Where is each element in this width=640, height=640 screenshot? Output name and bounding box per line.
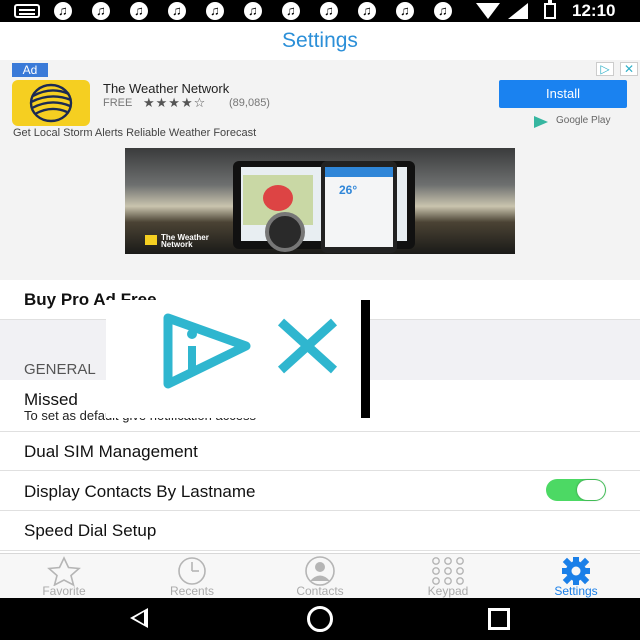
tab-label: Recents <box>169 584 215 598</box>
music-note-icon: ♫ <box>392 2 418 20</box>
tab-bar: Favorite Recents Contacts Keypad Setting… <box>0 553 640 598</box>
status-bar: ♫ ♫ ♫ ♫ ♫ ♫ ♫ ♫ ♫ ♫ ♫ 12:10 <box>0 0 640 22</box>
display-lastname-label: Display Contacts By Lastname <box>24 482 256 501</box>
toggle-knob <box>577 480 605 500</box>
rating-count: (89,085) <box>229 97 270 109</box>
back-icon[interactable] <box>130 608 148 628</box>
music-note-icon: ♫ <box>278 2 304 20</box>
cell-signal-icon <box>508 3 528 19</box>
music-note-icon: ♫ <box>316 2 342 20</box>
clock-icon <box>178 557 206 585</box>
home-icon[interactable] <box>307 606 333 632</box>
rating-stars: ★★★★☆ <box>143 95 207 110</box>
display-lastname-row[interactable]: Display Contacts By Lastname <box>0 471 640 511</box>
display-lastname-toggle[interactable] <box>546 479 606 501</box>
dual-sim-row[interactable]: Dual SIM Management <box>0 432 640 471</box>
music-note-icon: ♫ <box>354 2 380 20</box>
tab-settings[interactable]: Settings <box>512 554 640 599</box>
tab-contacts[interactable]: Contacts <box>256 554 384 599</box>
person-icon <box>305 556 335 586</box>
music-note-icon: ♫ <box>88 2 114 20</box>
tab-keypad[interactable]: Keypad <box>384 554 512 599</box>
battery-charging-icon <box>544 0 556 19</box>
navigation-bar <box>0 598 640 640</box>
title-bar: Settings <box>0 22 640 60</box>
ad-tagline: Get Local Storm Alerts Reliable Weather … <box>13 127 257 139</box>
ad-price: FREE <box>103 97 133 109</box>
tab-label: Contacts <box>296 584 344 598</box>
music-note-icon: ♫ <box>240 2 266 20</box>
adchoices-close-icon[interactable] <box>277 318 338 374</box>
install-button[interactable]: Install <box>499 80 627 108</box>
ad-banner[interactable]: Ad ▷ ✕ The Weather Network FREE ★★★★☆ (8… <box>0 60 640 280</box>
adchoices-info-icon[interactable] <box>163 313 251 389</box>
adchoices-overlay[interactable] <box>106 300 370 418</box>
google-play-icon <box>534 116 548 128</box>
keypad-icon <box>432 557 464 585</box>
ad-app-name: The Weather Network <box>103 81 230 96</box>
music-note-icon: ♫ <box>50 2 76 20</box>
phone-image: 26° <box>321 161 397 253</box>
dual-sim-label: Dual SIM Management <box>24 442 198 461</box>
google-play-badge: Google Play <box>534 115 630 129</box>
banner-brand-logo: The Weather Network <box>145 233 209 249</box>
speed-dial-row[interactable]: Speed Dial Setup <box>0 511 640 551</box>
recents-icon[interactable] <box>488 608 510 630</box>
adchoices-close-icon[interactable]: ✕ <box>620 62 638 76</box>
clock-time: 12:10 <box>572 1 616 20</box>
tab-recents[interactable]: Recents <box>128 554 256 599</box>
adchoices-info-icon[interactable]: ▷ <box>596 62 614 76</box>
section-label: GENERAL <box>24 361 96 378</box>
music-note-icon: ♫ <box>164 2 190 20</box>
temperature-text: 26° <box>339 183 358 197</box>
keyboard-icon <box>14 4 40 18</box>
google-play-label: Google Play <box>556 115 611 126</box>
music-note-icon: ♫ <box>430 2 456 20</box>
tab-label: Keypad <box>427 584 469 598</box>
wifi-icon <box>476 3 500 19</box>
tab-favorite[interactable]: Favorite <box>0 554 128 599</box>
tab-label: Favorite <box>42 584 86 598</box>
speed-dial-label: Speed Dial Setup <box>24 521 157 540</box>
gear-icon <box>562 557 590 585</box>
tab-label: Settings <box>554 584 598 598</box>
ad-badge: Ad <box>12 63 48 77</box>
page-title: Settings <box>282 29 358 52</box>
star-icon <box>47 556 81 586</box>
music-note-icon: ♫ <box>126 2 152 20</box>
ad-image[interactable]: 26° The Weather Network <box>125 148 515 254</box>
music-note-icon: ♫ <box>202 2 228 20</box>
weather-network-logo[interactable] <box>12 80 90 126</box>
missed-label: Missed <box>24 390 78 409</box>
smartwatch-image <box>265 212 305 252</box>
